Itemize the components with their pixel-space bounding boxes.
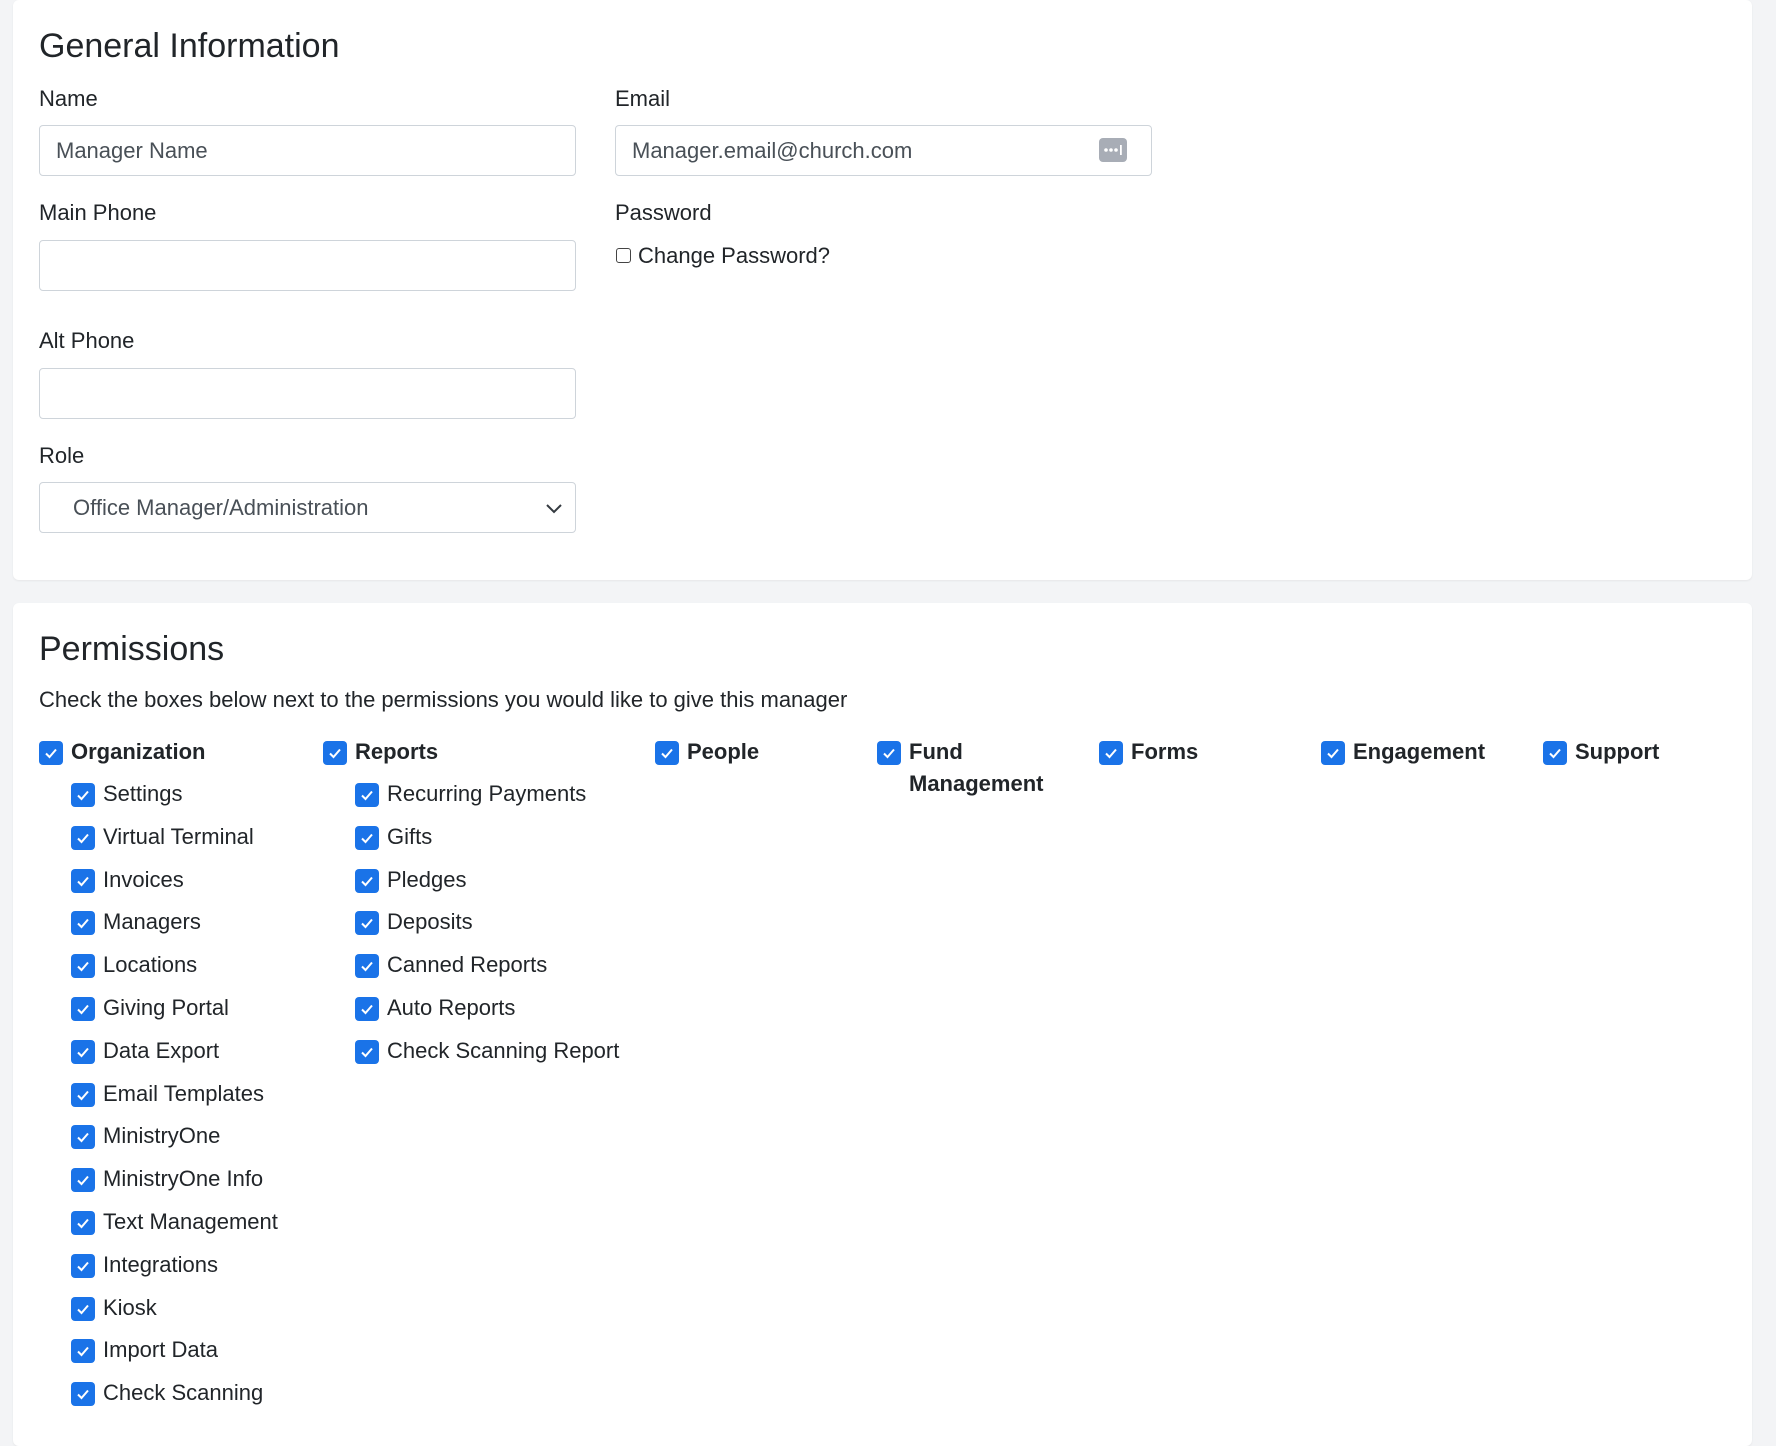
permission-item-locations[interactable]: Locations (103, 952, 197, 978)
permission-item-settings[interactable]: Settings (103, 781, 183, 807)
checkbox-import-data[interactable] (71, 1339, 95, 1364)
alt-phone-input[interactable] (39, 368, 576, 419)
role-label: Role (39, 443, 85, 468)
checkbox-check-scanning[interactable] (71, 1382, 95, 1407)
name-label: Name (39, 86, 98, 111)
permission-item-recurring-payments[interactable]: Recurring Payments (387, 781, 586, 807)
permission-item-data-export[interactable]: Data Export (103, 1038, 219, 1064)
checkbox-text-management[interactable] (71, 1211, 95, 1235)
permission-group-organization[interactable]: Organization (71, 739, 205, 765)
main-phone-label: Main Phone (39, 200, 157, 225)
password-label: Password (615, 200, 712, 225)
alt-phone-label: Alt Phone (39, 328, 135, 353)
checkbox-invoices[interactable] (71, 868, 95, 893)
checkbox-giving-portal[interactable] (71, 997, 95, 1021)
email-label: Email (615, 86, 671, 111)
email-input[interactable] (615, 125, 1152, 176)
permission-group-reports[interactable]: Reports (355, 739, 438, 765)
checkbox-people[interactable] (655, 741, 679, 765)
permission-item-integrations[interactable]: Integrations (103, 1252, 218, 1278)
checkbox-reports[interactable] (323, 741, 347, 765)
permission-item-pledges[interactable]: Pledges (387, 867, 467, 893)
permission-item-deposits[interactable]: Deposits (387, 909, 473, 935)
checkbox-virtual-terminal[interactable] (71, 825, 95, 850)
checkbox-fund-management[interactable] (877, 741, 901, 765)
checkbox-check-scanning-report[interactable] (355, 1039, 379, 1064)
permission-group-engagement[interactable]: Engagement (1353, 739, 1485, 765)
permission-item-ministryone-info[interactable]: MinistryOne Info (103, 1166, 263, 1192)
general-information-card: General Information Name Email Main Phon… (13, 0, 1752, 580)
permissions-card: Permissions Check the boxes below next t… (13, 603, 1752, 1446)
checkbox-email-templates[interactable] (71, 1082, 95, 1107)
checkbox-integrations[interactable] (71, 1253, 95, 1278)
role-select-value: Office Manager/Administration (73, 494, 369, 520)
permission-item-auto-reports[interactable]: Auto Reports (387, 995, 515, 1021)
checkbox-ministryone-info[interactable] (71, 1168, 95, 1193)
permission-item-import-data[interactable]: Import Data (103, 1337, 218, 1363)
checkbox-pledges[interactable] (355, 868, 379, 893)
checkbox-deposits[interactable] (355, 911, 379, 936)
checkbox-auto-reports[interactable] (355, 997, 379, 1021)
permission-item-gifts[interactable]: Gifts (387, 824, 432, 850)
permission-item-check-scanning-report[interactable]: Check Scanning Report (387, 1038, 619, 1064)
permissions-title: Permissions (39, 630, 225, 668)
main-phone-input[interactable] (39, 240, 576, 291)
checkbox-settings[interactable] (71, 783, 95, 807)
permission-group-support[interactable]: Support (1575, 739, 1659, 765)
checkbox-organization[interactable] (39, 741, 63, 765)
checkbox-engagement[interactable] (1321, 741, 1345, 765)
role-select[interactable]: Office Manager/Administration (39, 482, 576, 533)
permission-item-check-scanning[interactable]: Check Scanning (103, 1380, 263, 1406)
name-input[interactable] (39, 125, 576, 176)
checkbox-data-export[interactable] (71, 1039, 95, 1064)
permission-item-giving-portal[interactable]: Giving Portal (103, 995, 229, 1021)
permissions-description: Check the boxes below next to the permis… (39, 687, 848, 712)
checkbox-gifts[interactable] (355, 825, 379, 850)
checkbox-recurring-payments[interactable] (355, 783, 379, 807)
permission-group-fund-management[interactable]: Fund Management (909, 736, 1079, 800)
checkbox-locations[interactable] (71, 954, 95, 979)
permission-item-ministryone[interactable]: MinistryOne (103, 1123, 220, 1149)
permission-item-invoices[interactable]: Invoices (103, 867, 184, 893)
chevron-down-icon (546, 504, 562, 514)
permission-item-kiosk[interactable]: Kiosk (103, 1295, 157, 1321)
permission-item-text-management[interactable]: Text Management (103, 1209, 278, 1235)
permission-item-email-templates[interactable]: Email Templates (103, 1081, 264, 1107)
checkbox-forms[interactable] (1099, 741, 1123, 765)
permission-group-forms[interactable]: Forms (1131, 739, 1198, 765)
change-password-checkbox[interactable] (616, 248, 631, 263)
permission-item-canned-reports[interactable]: Canned Reports (387, 952, 547, 978)
permission-item-managers[interactable]: Managers (103, 909, 201, 935)
checkbox-ministryone[interactable] (71, 1125, 95, 1150)
general-information-title: General Information (39, 27, 340, 65)
checkbox-managers[interactable] (71, 911, 95, 936)
permission-group-people[interactable]: People (687, 739, 759, 765)
checkbox-kiosk[interactable] (71, 1296, 95, 1321)
checkbox-canned-reports[interactable] (355, 954, 379, 979)
change-password-label[interactable]: Change Password? (638, 243, 830, 269)
checkbox-support[interactable] (1543, 741, 1567, 765)
permission-item-virtual-terminal[interactable]: Virtual Terminal (103, 824, 254, 850)
password-manager-icon[interactable] (1099, 138, 1127, 162)
